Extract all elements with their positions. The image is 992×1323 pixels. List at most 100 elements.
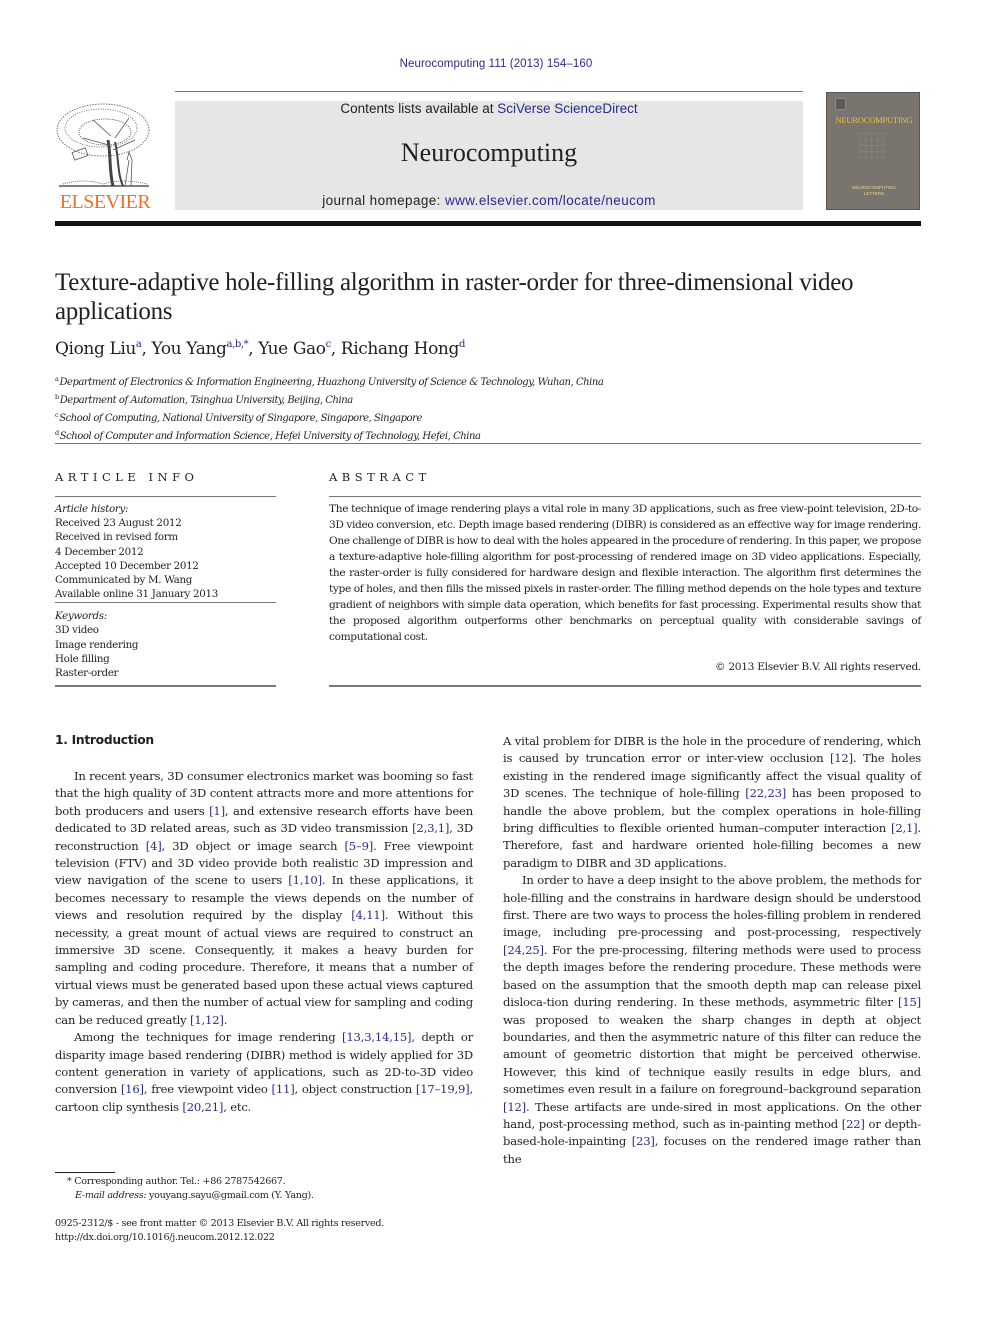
author-name[interactable]: Qiong Liu bbox=[55, 339, 136, 359]
citation-link[interactable]: [1] bbox=[209, 804, 225, 818]
citation-link[interactable]: [17–19,9] bbox=[416, 1082, 470, 1096]
history-item: Accepted 10 December 2012 bbox=[55, 559, 199, 572]
author-name[interactable]: Richang Hong bbox=[341, 339, 460, 359]
history-item: Received in revised form bbox=[55, 531, 178, 544]
history-item: Received 23 August 2012 bbox=[55, 517, 182, 530]
email-note: E-mail address: youyang.sayu@gmail.com (… bbox=[55, 1189, 314, 1203]
affiliation-text: School of Computing, National University… bbox=[59, 413, 422, 424]
citation-link[interactable]: [12] bbox=[503, 1100, 526, 1114]
author-separator: , bbox=[141, 339, 152, 359]
contents-prefix: Contents lists available at bbox=[340, 101, 498, 116]
body-paragraph: A vital problem for DIBR is the hole in … bbox=[503, 734, 922, 870]
front-matter: 0925-2312/$ - see front matter © 2013 El… bbox=[55, 1217, 384, 1246]
citation-link[interactable]: [5–9] bbox=[344, 839, 373, 853]
email-label: E-mail address: bbox=[75, 1190, 147, 1202]
cover-accent-line bbox=[857, 127, 887, 128]
citation-link[interactable]: [24,25] bbox=[503, 943, 544, 957]
doi-link[interactable]: http://dx.doi.org/10.1016/j.neucom.2012.… bbox=[55, 1231, 384, 1245]
affiliation-mark: a bbox=[55, 375, 59, 383]
abstract-heading: ABSTRACT bbox=[329, 470, 431, 484]
cover-grid-graphic bbox=[859, 133, 885, 159]
affiliation-item: dSchool of Computer and Information Scie… bbox=[55, 426, 603, 444]
footnote-rule bbox=[55, 1172, 115, 1173]
article-info-heading: ARTICLE INFO bbox=[55, 470, 199, 484]
cover-subtitle-2: LETTERS bbox=[863, 191, 885, 196]
journal-reference-link[interactable]: Neurocomputing 111 (2013) 154–160 bbox=[0, 58, 992, 70]
keyword-item: Image rendering bbox=[55, 638, 139, 651]
citation-link[interactable]: [22,23] bbox=[745, 786, 786, 800]
author-separator: , bbox=[330, 339, 341, 359]
citation-link[interactable]: [1,12] bbox=[190, 1013, 224, 1027]
issn-copyright: 0925-2312/$ - see front matter © 2013 El… bbox=[55, 1218, 385, 1229]
homepage-prefix: journal homepage: bbox=[322, 193, 445, 208]
citation-link[interactable]: [22] bbox=[842, 1117, 865, 1131]
body-column-right: A vital problem for DIBR is the hole in … bbox=[503, 733, 921, 1168]
abstract-divider bbox=[329, 496, 921, 497]
affiliation-mark: b bbox=[55, 393, 59, 401]
article-info-divider bbox=[55, 496, 276, 497]
cover-title: NEUROCOMPUTING bbox=[835, 115, 913, 125]
article-title: Texture-adaptive hole-filling algorithm … bbox=[55, 269, 854, 325]
citation-link[interactable]: [13,3,14,15] bbox=[342, 1030, 412, 1044]
author-name[interactable]: Yue Gao bbox=[258, 339, 326, 359]
footnotes: * Corresponding author. Tel.: +86 278754… bbox=[55, 1175, 314, 1204]
affiliation-text: Department of Electronics & Information … bbox=[59, 377, 604, 388]
citation-link[interactable]: [12] bbox=[830, 751, 853, 765]
citation-link[interactable]: [15] bbox=[898, 995, 921, 1009]
citation-link[interactable]: [4] bbox=[146, 839, 162, 853]
keyword-item: Hole filling bbox=[55, 652, 110, 665]
author-list: Qiong Liua, You Yanga,b,*, Yue Gaoc, Ric… bbox=[55, 339, 465, 359]
citation-link[interactable]: [2,1] bbox=[891, 821, 918, 835]
cover-publisher-icon bbox=[835, 98, 846, 110]
introduction-heading: 1. Introduction bbox=[55, 733, 154, 747]
body-paragraph: Among the techniques for image rendering… bbox=[55, 1030, 474, 1114]
affiliation-item: cSchool of Computing, National Universit… bbox=[55, 408, 603, 426]
email-address-link[interactable]: youyang.sayu@gmail.com (Y. Yang). bbox=[146, 1190, 314, 1201]
affiliation-item: aDepartment of Electronics & Information… bbox=[55, 372, 604, 390]
citation-link[interactable]: [4,11] bbox=[351, 908, 385, 922]
citation-link[interactable]: [1,10] bbox=[288, 873, 322, 887]
article-history-items: Received 23 August 2012 Received in revis… bbox=[55, 516, 218, 601]
elsevier-wordmark: ELSEVIER bbox=[59, 191, 151, 213]
citation-link[interactable]: [2,3,1] bbox=[412, 821, 449, 835]
abstract-copyright: © 2013 Elsevier B.V. All rights reserved… bbox=[715, 661, 921, 673]
journal-title: Neurocomputing bbox=[400, 138, 578, 167]
affiliation-list: aDepartment of Electronics & Information… bbox=[55, 372, 604, 444]
journal-cover-image[interactable]: NEUROCOMPUTING NEUROCOMPUTING LETTERS bbox=[826, 92, 920, 210]
author-affiliation-mark[interactable]: a,b,* bbox=[227, 339, 249, 350]
journal-homepage-link[interactable]: www.elsevier.com/locate/neucom bbox=[445, 193, 656, 208]
author-separator: , bbox=[248, 339, 259, 359]
affiliation-mark: c bbox=[55, 411, 59, 419]
affiliation-mark: d bbox=[55, 429, 59, 437]
abstract-bottom-rule bbox=[329, 685, 921, 687]
affiliation-text: Department of Automation, Tsinghua Unive… bbox=[59, 395, 353, 406]
corresponding-author-note: * Corresponding author. Tel.: +86 278754… bbox=[67, 1176, 286, 1187]
keywords-block: Keywords: 3D video Image rendering Hole fi… bbox=[55, 609, 139, 680]
header-top-rule bbox=[175, 91, 803, 92]
keyword-item: Raster-order bbox=[55, 667, 119, 680]
author-name[interactable]: You Yang bbox=[152, 339, 227, 359]
history-item: Communicated by M. Wang bbox=[55, 574, 193, 587]
history-item: Available online 31 January 2013 bbox=[55, 588, 219, 601]
header-thick-rule bbox=[55, 221, 921, 226]
body-column-left: In recent years, 3D consumer electronics… bbox=[55, 768, 473, 1116]
keywords-label: Keywords: bbox=[55, 610, 107, 622]
body-paragraph: In order to have a deep insight to the a… bbox=[503, 873, 921, 1166]
history-item: 4 December 2012 bbox=[55, 545, 144, 558]
keyword-items: 3D video Image rendering Hole filling Raste… bbox=[55, 623, 139, 680]
cover-subtitle: NEUROCOMPUTING LETTERS bbox=[827, 185, 921, 197]
citation-link[interactable]: [16] bbox=[121, 1082, 144, 1096]
citation-link[interactable]: [20,21] bbox=[182, 1100, 223, 1114]
affiliations-divider bbox=[55, 443, 921, 444]
article-history: Article history: Received 23 August 2012… bbox=[55, 502, 218, 601]
article-history-label: Article history: bbox=[55, 503, 129, 515]
abstract-text: The technique of image rendering plays a… bbox=[329, 503, 921, 643]
body-paragraph: In recent years, 3D consumer electronics… bbox=[55, 769, 473, 1027]
citation-link[interactable]: [11] bbox=[272, 1082, 295, 1096]
sciencedirect-link[interactable]: SciVerse ScienceDirect bbox=[497, 101, 637, 116]
affiliation-item: bDepartment of Automation, Tsinghua Univ… bbox=[55, 390, 603, 408]
article-info-bottom-rule bbox=[55, 685, 276, 687]
author-affiliation-mark[interactable]: d bbox=[459, 339, 465, 350]
affiliation-text: School of Computer and Information Scien… bbox=[59, 431, 481, 442]
citation-link[interactable]: [23] bbox=[632, 1134, 655, 1148]
